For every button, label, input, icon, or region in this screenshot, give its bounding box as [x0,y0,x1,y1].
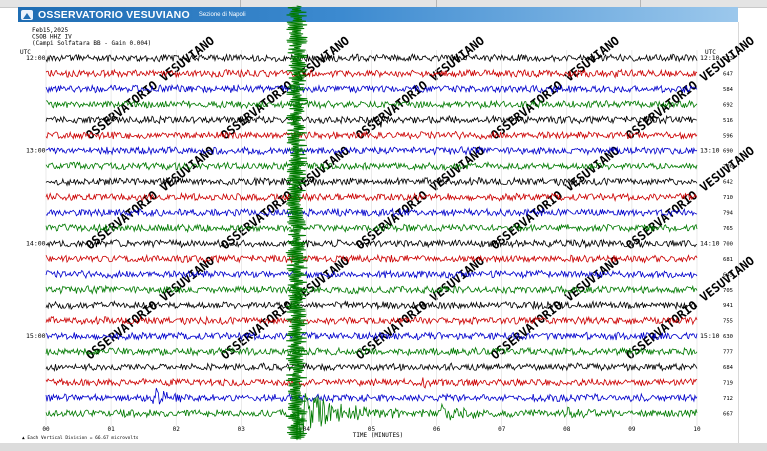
row-scale-value: 719 [723,380,733,386]
row-scale-value: 941 [723,303,733,309]
time-label-left: 15:00 [26,332,46,340]
watermark-text: OSSERVATORIO VESUVIANO [353,253,487,362]
row-scale-value: 647 [723,71,733,77]
row-scale-value: 684 [723,365,734,371]
time-label-left: 14:00 [26,239,46,247]
x-tick-label: 01 [107,426,115,433]
seismogram-chart: OSSERVATORIO VESUVIANOOSSERVATORIO VESUV… [20,5,757,441]
x-axis-label: TIME (MINUTES) [353,432,404,439]
row-scale-value: 692 [723,102,733,108]
x-tick-label: 04 [303,426,311,433]
time-label-right: 12:10 [700,54,720,62]
row-scale-value: 765 [723,226,733,232]
row-scale-value: 645 [723,272,733,278]
row-scale-value: 794 [723,211,734,217]
time-label-right: 13:10 [700,147,720,155]
minute-gridlines [45,50,698,426]
x-tick-label: 06 [433,426,441,433]
row-scale-value: 777 [723,350,733,356]
x-tick-label: 02 [173,426,181,433]
row-scale-value: 700 [723,241,733,247]
row-scale-value: 710 [723,195,733,201]
chart-info-line: (Campi Solfatara BB - Gain 0.004) [32,40,151,47]
time-label-left: 13:00 [26,147,46,155]
row-scale-value: 596 [723,133,733,139]
watermark-text: OSSERVATORIO VESUVIANO [488,253,622,362]
x-tick-label: 10 [693,426,701,433]
x-tick-label: 00 [42,426,50,433]
row-scale-value: 630 [723,334,733,340]
row-scale-value: 705 [723,288,733,294]
row-scale-value: 706 [723,164,733,170]
row-scale-value: 667 [723,411,733,417]
row-scale-value: 712 [723,396,733,402]
time-label-left: 12:00 [26,54,46,62]
watermark-text: OSSERVATORIO VESUVIANO [218,143,352,252]
row-scale-value: 755 [723,319,733,325]
row-scale-value: 584 [723,87,734,93]
row-scale-value: 642 [723,180,733,186]
time-label-right: 14:10 [700,239,720,247]
row-scale-value: 573 [723,56,733,62]
row-scale-value: 681 [723,257,733,263]
row-scale-value: 690 [723,149,733,155]
x-tick-label: 09 [628,426,636,433]
x-tick-label: 08 [563,426,571,433]
x-tick-label: 07 [498,426,506,433]
watermark-text: OSSERVATORIO VESUVIANO [83,253,217,362]
x-tick-label: 03 [238,426,246,433]
watermark-text: OSSERVATORIO VESUVIANO [218,253,352,362]
time-label-right: 15:10 [700,332,720,340]
chart-footnote: ▲ Each Vertical Division = 66.67 microvo… [22,435,139,441]
row-scale-value: 516 [723,118,733,124]
